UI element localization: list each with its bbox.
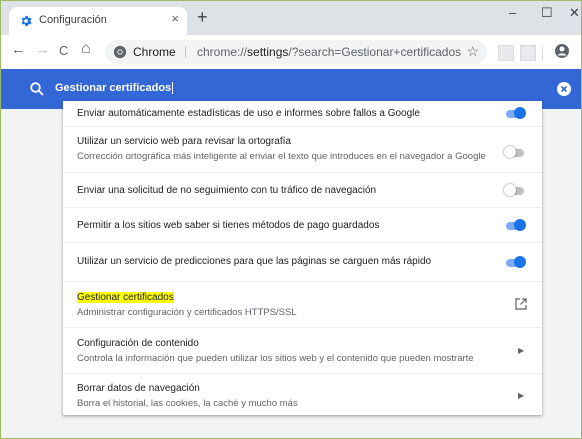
search-query: Gestionar certificados: [55, 82, 172, 94]
arrow-right-icon[interactable]: ▶: [518, 346, 524, 355]
setting-title: Enviar automáticamente estadísticas de u…: [77, 108, 420, 119]
setting-row-payment-methods[interactable]: Permitir a los sitios web saber si tiene…: [63, 207, 542, 242]
back-button[interactable]: ←: [11, 41, 26, 58]
search-input[interactable]: Gestionar certificados: [55, 82, 174, 95]
setting-title: Configuración de contenido: [77, 338, 199, 349]
setting-subtitle: Administrar configuración y certificados…: [77, 307, 297, 318]
extension-icon[interactable]: [498, 45, 514, 61]
url-prefix: chrome://: [197, 45, 248, 59]
setting-title-highlighted: Gestionar certificados: [77, 292, 174, 303]
arrow-right-icon[interactable]: ▶: [518, 391, 524, 400]
toggle-switch-off[interactable]: [504, 146, 526, 158]
settings-card: Enviar automáticamente estadísticas de u…: [63, 101, 542, 415]
clear-search-icon[interactable]: [557, 82, 571, 96]
toolbar-divider: [542, 45, 543, 61]
setting-row-usage-stats[interactable]: Enviar automáticamente estadísticas de u…: [63, 101, 542, 125]
setting-title: Borrar datos de navegación: [77, 383, 200, 394]
gear-icon: [21, 15, 32, 27]
setting-row-do-not-track[interactable]: Enviar una solicitud de no seguimiento c…: [63, 172, 542, 207]
home-button[interactable]: ⌂: [81, 40, 91, 58]
tab-configuracion[interactable]: Configuración ×: [9, 7, 187, 35]
toggle-knob: [504, 146, 516, 158]
address-bar[interactable]: Chrome | chrome://settings/?search=Gesti…: [105, 40, 487, 64]
setting-row-spellcheck[interactable]: Utilizar un servicio web para revisar la…: [63, 126, 542, 172]
maximize-button[interactable]: ☐: [541, 5, 553, 21]
setting-title: Permitir a los sitios web saber si tiene…: [77, 220, 380, 231]
setting-title: Utilizar un servicio web para revisar la…: [77, 136, 291, 147]
setting-subtitle: Controla la información que pueden utili…: [77, 353, 474, 364]
browser-toolbar: ← → C ⌂ Chrome | chrome://settings/?sear…: [1, 35, 581, 69]
close-window-button[interactable]: ✕: [569, 5, 580, 21]
toggle-switch-on[interactable]: [504, 107, 526, 119]
extension-icon[interactable]: [520, 45, 536, 61]
new-tab-button[interactable]: +: [197, 7, 208, 28]
tab-close-icon[interactable]: ×: [171, 11, 179, 26]
reload-button[interactable]: C: [59, 43, 68, 58]
toggle-knob: [504, 184, 516, 196]
setting-row-manage-certificates[interactable]: Gestionar certificados Administrar confi…: [63, 281, 542, 327]
setting-row-predictions[interactable]: Utilizar un servicio de predicciones par…: [63, 242, 542, 281]
toggle-knob: [514, 219, 526, 231]
toggle-knob: [514, 256, 526, 268]
external-link-icon[interactable]: [514, 297, 528, 311]
setting-title: Enviar una solicitud de no seguimiento c…: [77, 185, 377, 196]
chrome-icon: [113, 45, 127, 59]
url-query: /?search=Gestionar+certificados: [288, 45, 462, 59]
toggle-switch-on[interactable]: [504, 256, 526, 268]
search-icon: [30, 82, 44, 96]
toggle-knob: [514, 107, 526, 119]
toggle-switch-off[interactable]: [504, 184, 526, 196]
text-caret: [172, 82, 174, 95]
url-text: chrome://settings/?search=Gestionar+cert…: [197, 45, 461, 59]
tab-title: Configuración: [39, 14, 107, 26]
setting-row-clear-browsing-data[interactable]: Borrar datos de navegación Borra el hist…: [63, 373, 542, 415]
toggle-switch-on[interactable]: [504, 219, 526, 231]
forward-button[interactable]: →: [35, 41, 50, 58]
minimize-button[interactable]: –: [509, 5, 516, 20]
setting-title: Utilizar un servicio de predicciones par…: [77, 256, 432, 267]
setting-subtitle: Corrección ortográfica más inteligente a…: [77, 151, 486, 162]
url-path: settings: [247, 45, 289, 59]
profile-icon[interactable]: [554, 43, 570, 59]
browser-window: Configuración × + – ☐ ✕ ← → C ⌂ Chrome |…: [0, 0, 582, 439]
omnibox-separator: |: [184, 44, 188, 58]
bookmark-star-icon[interactable]: ☆: [466, 43, 479, 60]
site-label: Chrome: [133, 45, 176, 59]
setting-row-content-settings[interactable]: Configuración de contenido Controla la i…: [63, 327, 542, 373]
setting-subtitle: Borra el historial, las cookies, la cach…: [77, 398, 298, 409]
tab-strip: Configuración × + – ☐ ✕: [1, 1, 581, 35]
menu-kebab-icon[interactable]: ⋮: [575, 43, 581, 60]
